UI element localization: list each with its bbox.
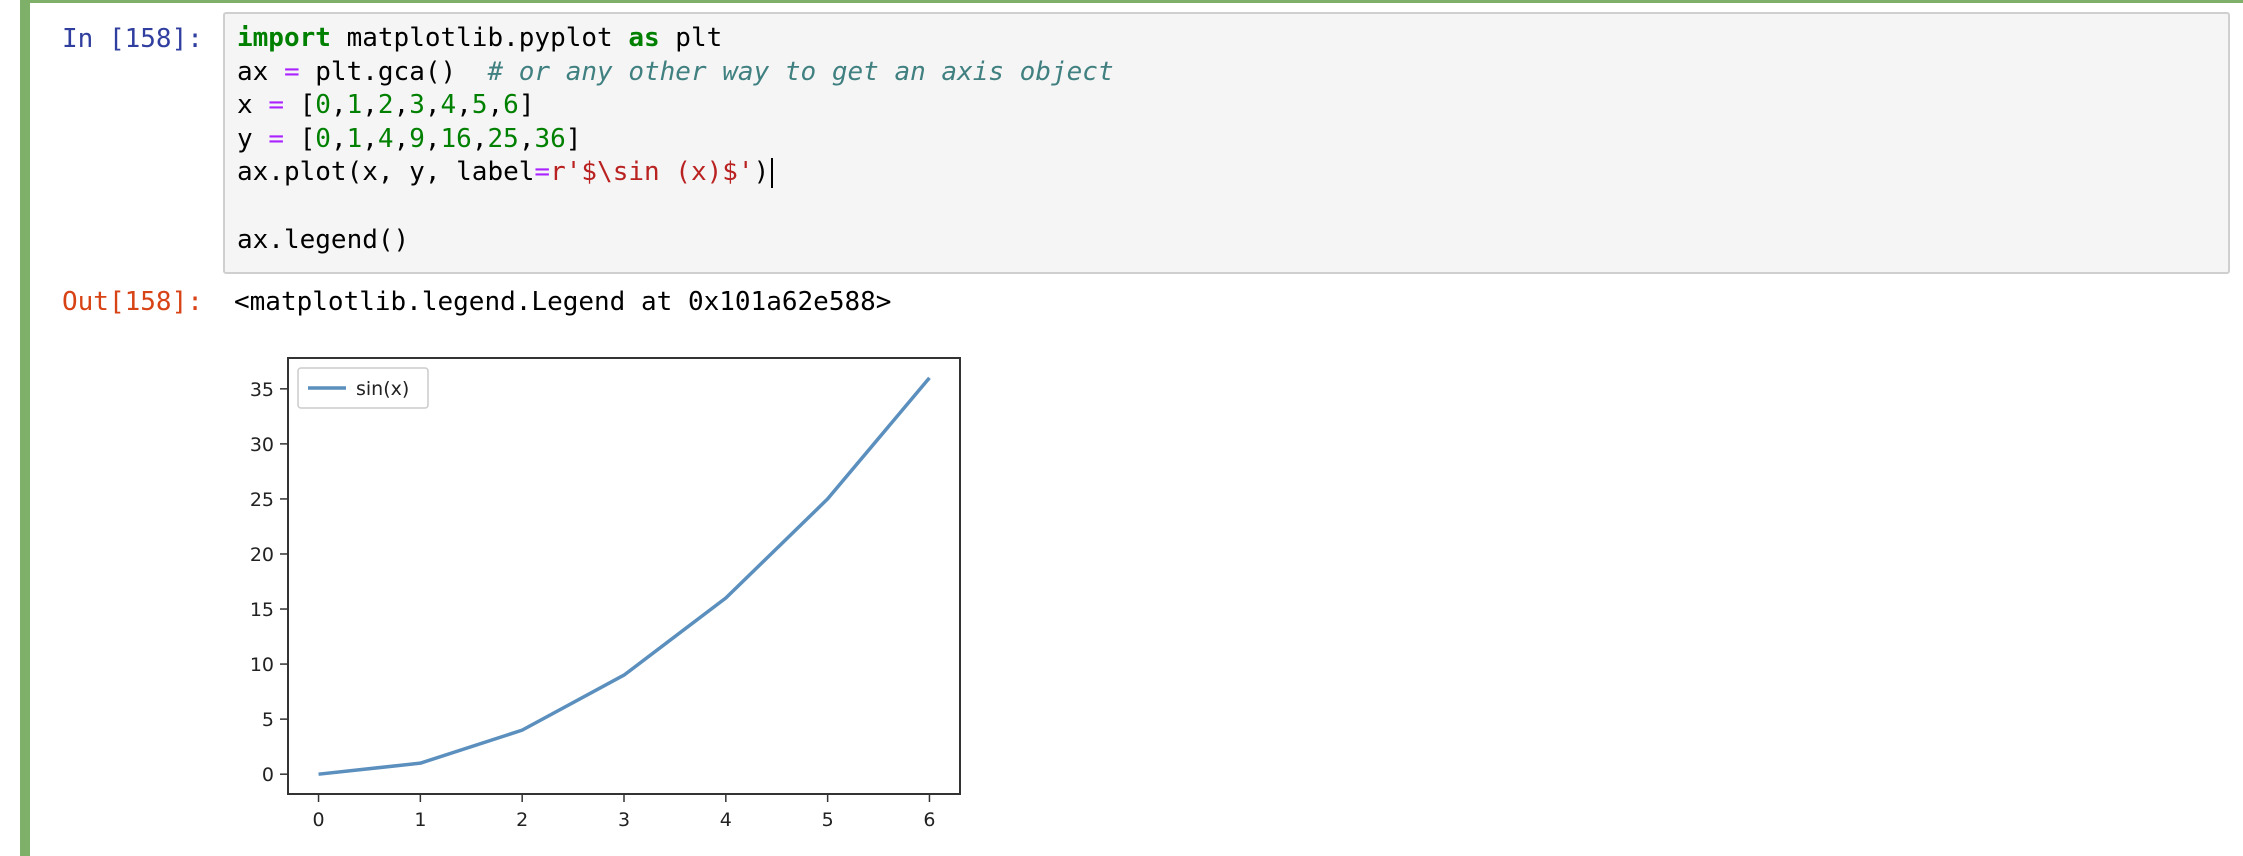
y-tick-label: 30 bbox=[250, 434, 274, 456]
y-tick-label: 20 bbox=[250, 544, 274, 566]
y-tick-label: 25 bbox=[250, 489, 274, 511]
x-tick-label: 6 bbox=[923, 809, 935, 831]
y-tick-label: 5 bbox=[262, 709, 274, 731]
y-tick-label: 0 bbox=[262, 764, 274, 786]
x-tick-label: 1 bbox=[414, 809, 426, 831]
x-tick-label: 5 bbox=[822, 809, 834, 831]
x-tick-label: 3 bbox=[618, 809, 630, 831]
y-tick-label: 15 bbox=[250, 599, 274, 621]
x-tick-label: 0 bbox=[312, 809, 324, 831]
legend-label: sin(x) bbox=[356, 378, 409, 400]
y-tick-label: 35 bbox=[250, 379, 274, 401]
x-tick-label: 2 bbox=[516, 809, 528, 831]
plot-area bbox=[287, 357, 961, 795]
x-tick-label: 4 bbox=[720, 809, 732, 831]
y-tick-label: 10 bbox=[250, 654, 274, 676]
line-chart: 0 1 2 3 4 5 6 0 5 10 15 20 25 30 35 sin(x) bbox=[250, 357, 961, 831]
